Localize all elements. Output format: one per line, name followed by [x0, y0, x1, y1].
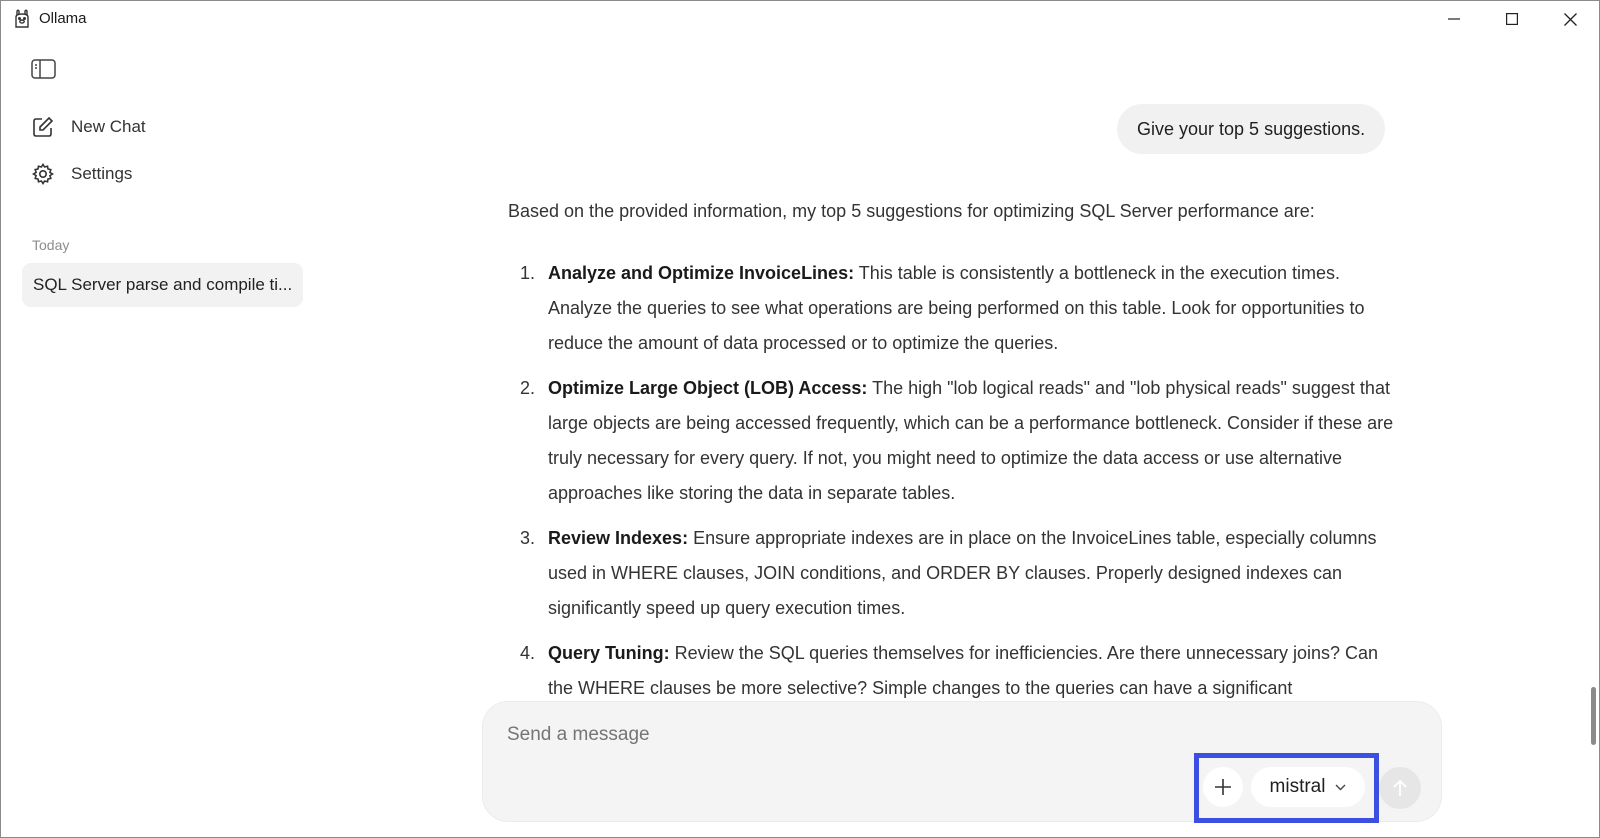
assistant-message: Based on the provided information, my to…	[481, 181, 1441, 701]
model-selector[interactable]: mistral	[1251, 767, 1365, 807]
list-item-title: Query Tuning:	[548, 643, 670, 663]
list-item: 3. Review Indexes: Ensure appropriate in…	[520, 528, 1377, 618]
close-button[interactable]	[1541, 1, 1599, 37]
user-message-bubble: Give your top 5 suggestions.	[1117, 104, 1386, 154]
maximize-icon	[1506, 13, 1518, 25]
user-message-text: Give your top 5 suggestions.	[1137, 118, 1366, 139]
message-input[interactable]	[507, 724, 1107, 746]
send-button[interactable]	[1379, 767, 1421, 809]
settings-button[interactable]: Settings	[31, 158, 132, 190]
chevron-down-icon	[1335, 784, 1346, 791]
title-bar: Ollama	[1, 1, 1599, 37]
maximize-button[interactable]	[1483, 1, 1541, 37]
list-item: 4. Query Tuning: Review the SQL queries …	[520, 643, 1379, 698]
list-item-title: Optimize Large Object (LOB) Access:	[548, 378, 868, 398]
chat-history-item[interactable]: SQL Server parse and compile ti...	[22, 263, 303, 307]
list-item: 1. Analyze and Optimize InvoiceLines: Th…	[520, 263, 1365, 353]
compose-icon	[31, 115, 55, 139]
new-chat-label: New Chat	[71, 117, 146, 136]
list-item-title: Review Indexes:	[548, 528, 689, 548]
list-item-title: Analyze and Optimize InvoiceLines:	[548, 263, 855, 283]
section-label-today: Today	[32, 237, 70, 253]
plus-icon	[1215, 779, 1231, 795]
list-item-text: Review the SQL queries themselves for in…	[548, 643, 1379, 698]
chat-history-title: SQL Server parse and compile ti...	[33, 275, 293, 294]
llama-icon	[13, 9, 31, 29]
minimize-icon	[1448, 18, 1460, 20]
close-icon	[1563, 12, 1577, 26]
sidebar-toggle-icon	[31, 59, 56, 79]
gear-icon	[31, 162, 55, 186]
new-chat-button[interactable]: New Chat	[31, 111, 146, 143]
arrow-up-icon	[1393, 779, 1407, 796]
add-attachment-button[interactable]	[1203, 767, 1243, 807]
app-window: Ollama New Chat Settings Today SQL Serve…	[0, 0, 1600, 838]
model-name: mistral	[1269, 776, 1326, 797]
settings-label: Settings	[71, 164, 133, 183]
suggestion-list: 1. Analyze and Optimize InvoiceLines: Th…	[508, 256, 1408, 701]
minimize-button[interactable]	[1425, 1, 1483, 37]
scrollbar-thumb[interactable]	[1591, 687, 1596, 745]
sidebar-toggle-button[interactable]	[31, 58, 57, 82]
app-title: Ollama	[39, 10, 87, 27]
assistant-intro: Based on the provided information, my to…	[508, 201, 1315, 221]
list-item: 2. Optimize Large Object (LOB) Access: T…	[520, 378, 1394, 503]
